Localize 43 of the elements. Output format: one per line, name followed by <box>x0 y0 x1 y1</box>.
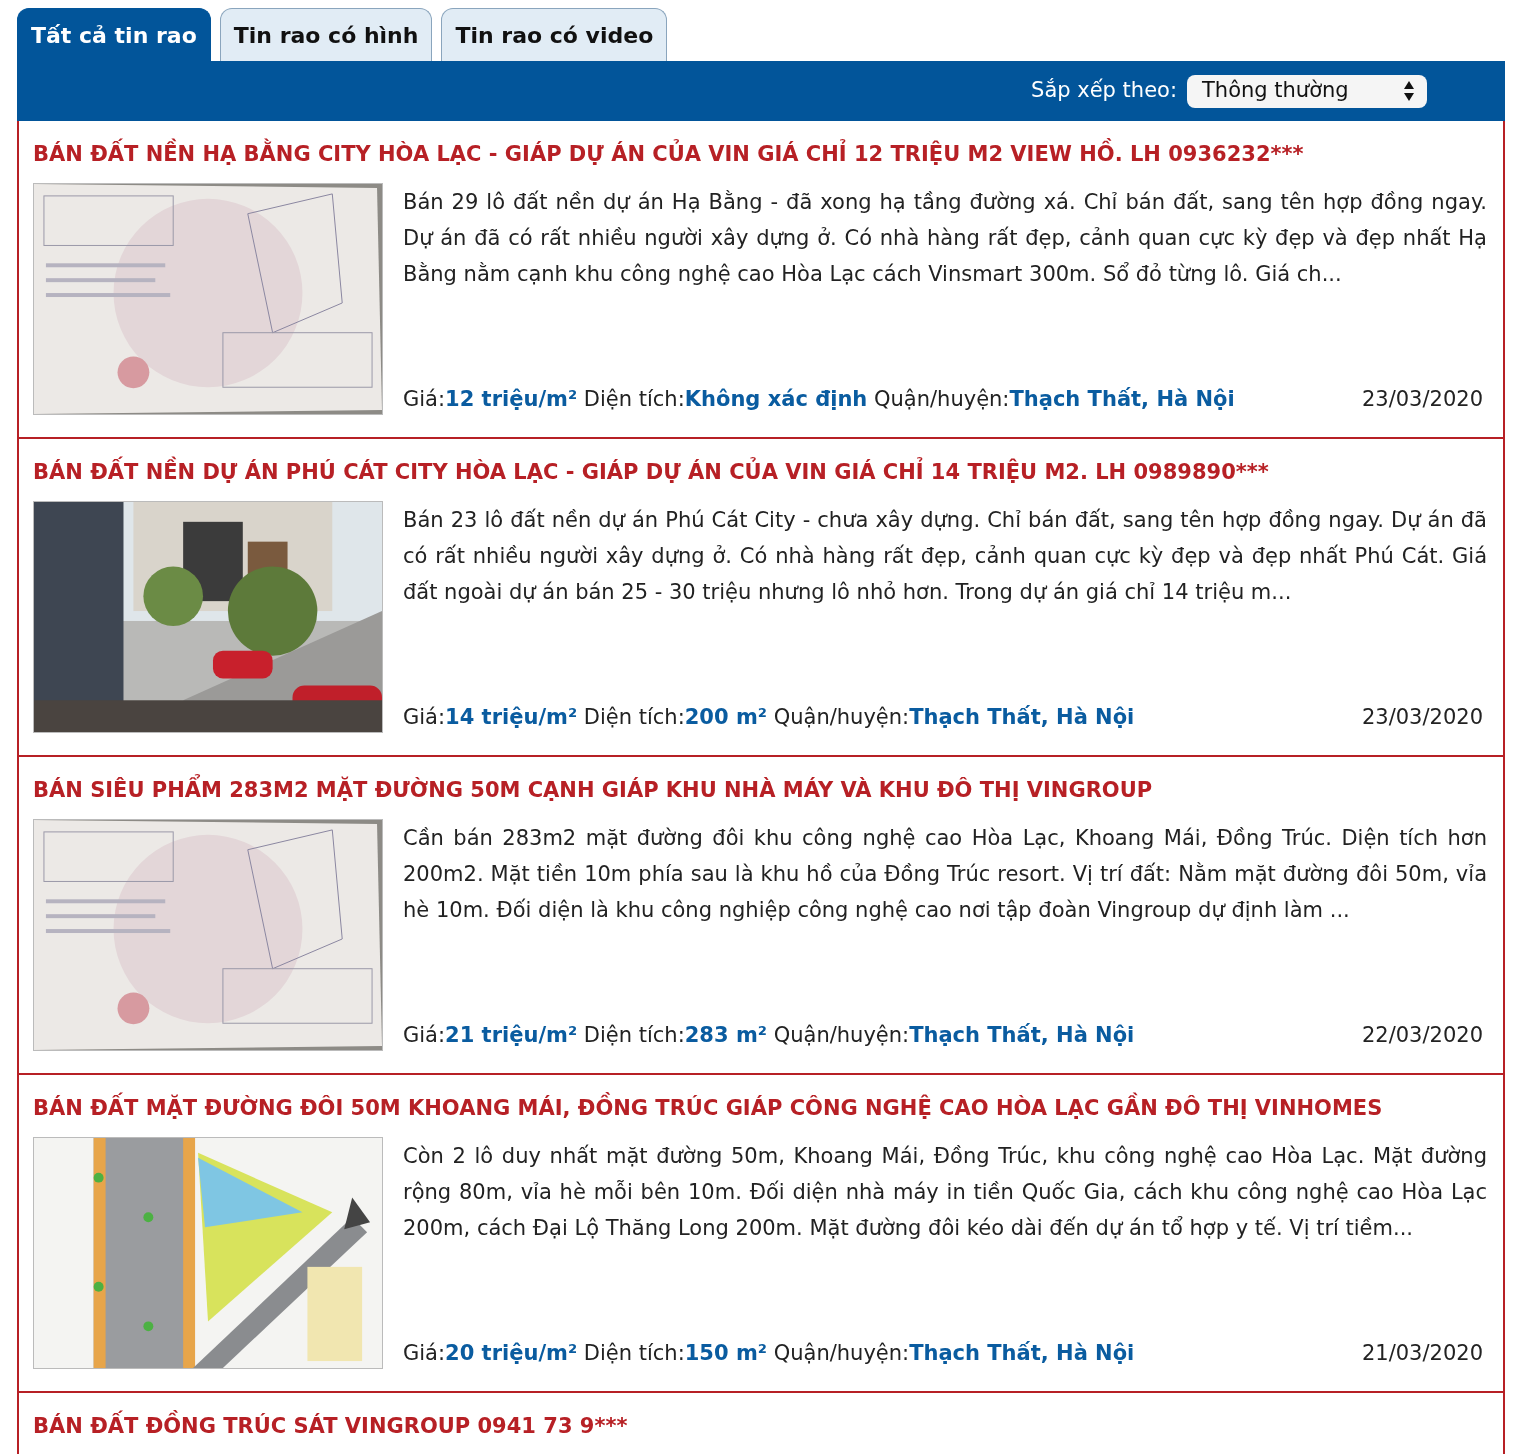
fact-value: Thạch Thất, Hà Nội <box>909 1340 1135 1365</box>
fact-value: Thạch Thất, Hà Nội <box>909 704 1135 729</box>
fact-label: Diện tích: <box>583 386 685 411</box>
listing-description: Bán 23 lô đất nền dự án Phú Cát City - chưa xây dựng. Chỉ bán đất, sang tên hợp đồng ngay. Dự án đã có rất nhiều người xây dựng ở. Có nhà hàng rất đẹp, cảnh quan cực kỳ đẹp và đẹp nhất Phú Cát. Giá đất ngoài dự án bán 25 - 30 triệu nhưng lô nhỏ hơn. Trong dự án giá chỉ 14 triệu m... <box>403 507 1487 606</box>
listing-title[interactable]: BÁN SIÊU PHẨM 283M2 MẶT ĐƯỜNG 50M CẠNH GIÁP KHU NHÀ MÁY VÀ KHU ĐÔ THỊ VINGROUP <box>33 775 1487 805</box>
listing-title[interactable]: BÁN ĐẤT ĐỒNG TRÚC SÁT VINGROUP 0941 73 9*** <box>33 1411 1487 1441</box>
fact-label: Quận/huyện: <box>773 1022 910 1047</box>
fact-value: 14 triệu/m² <box>445 704 578 729</box>
fact-label: Diện tích: <box>583 1022 685 1047</box>
fact-value: 21 triệu/m² <box>445 1022 578 1047</box>
listing-title[interactable]: BÁN ĐẤT NỀN HẠ BẰNG CITY HÒA LẠC - GIÁP DỰ ÁN CỦA VIN GIÁ CHỈ 12 TRIỆU M2 VIEW HỒ. LH 0936232*** <box>33 139 1487 169</box>
tab[interactable]: Tin rao có hình <box>219 8 433 61</box>
fact-value: Thạch Thất, Hà Nội <box>909 1022 1135 1047</box>
fact-value: 20 triệu/m² <box>445 1340 578 1365</box>
tab[interactable]: Tất cả tin rao <box>17 8 211 61</box>
fact-value: 12 triệu/m² <box>445 386 578 411</box>
fact-label: Quận/huyện: <box>773 704 910 729</box>
fact-label: Giá: <box>403 704 446 729</box>
fact-value: 283 m² <box>684 1022 767 1047</box>
listing-description: Bán 29 lô đất nền dự án Hạ Bằng - đã xong hạ tầng đường xá. Chỉ bán đất, sang tên hợp đồng ngay. Dự án đã có rất nhiều người xây dựng ở. Có nhà hàng rất đẹp, cảnh quan cực kỳ đẹp và đẹp nhất Hạ Bằng nằm cạnh khu công nghệ cao Hòa Lạc cách Vinsmart 300m. Sổ đỏ từng lô. Giá ch... <box>403 189 1487 288</box>
fact-label: Diện tích: <box>583 1340 685 1365</box>
fact-value: Thạch Thất, Hà Nội <box>1009 386 1235 411</box>
listing-description: Cần bán 283m2 mặt đường đôi khu công nghệ cao Hòa Lạc, Khoang Mái, Đồng Trúc. Diện tích hơn 200m2. Mặt tiền 10m phía sau là khu hồ của Đồng Trúc resort. Vị trí đất: Nằm mặt đường đôi 50m, vỉa hè 10m. Đối diện là khu công nghiệp công nghệ cao nơi tập đoàn Vingroup dự định làm ... <box>403 825 1487 924</box>
sort-select[interactable]: Thông thường <box>1187 74 1427 108</box>
fact-label: Giá: <box>403 1340 446 1365</box>
fact-value: 150 m² <box>684 1340 767 1365</box>
listing-date: 23/03/2020 <box>1361 703 1483 731</box>
fact-label: Diện tích: <box>583 704 685 729</box>
listing-title[interactable]: BÁN ĐẤT MẶT ĐƯỜNG ĐÔI 50M KHOANG MÁI, ĐỒNG TRÚC GIÁP CÔNG NGHỆ CAO HÒA LẠC GẦN ĐÔ THỊ VINHOMES <box>33 1093 1487 1123</box>
tab[interactable]: Tin rao có video <box>441 8 668 61</box>
fact-label: Giá: <box>403 1022 446 1047</box>
fact-label: Quận/huyện: <box>773 1340 910 1365</box>
listing-description: Còn 2 lô duy nhất mặt đường 50m, Khoang Mái, Đồng Trúc, khu công nghệ cao Hòa Lạc. Mặt đường rộng 80m, vỉa hè mỗi bên 10m. Đối diện nhà máy in tiền Quốc Gia, cách khu công nghệ cao Hòa Lạc 200m, cách Đại Lộ Thăng Long 200m. Mặt đường đôi kéo dài đến dự án tổ hợp y tế. Vị trí tiềm... <box>403 1143 1487 1242</box>
fact-label: Quận/huyện: <box>874 386 1010 411</box>
fact-value: Không xác định <box>684 386 868 411</box>
sort-label: Sắp xếp theo: <box>1031 77 1177 105</box>
fact-value: 200 m² <box>684 704 767 729</box>
fact-label: Giá: <box>403 386 446 411</box>
listing-title[interactable]: BÁN ĐẤT NỀN DỰ ÁN PHÚ CÁT CITY HÒA LẠC - GIÁP DỰ ÁN CỦA VIN GIÁ CHỈ 14 TRIỆU M2. LH 0989890*** <box>33 457 1487 487</box>
listing-date: 22/03/2020 <box>1361 1021 1483 1049</box>
up-down-arrows-icon <box>1403 80 1415 102</box>
listing-date: 23/03/2020 <box>1361 385 1483 413</box>
listing-date: 21/03/2020 <box>1361 1339 1483 1367</box>
